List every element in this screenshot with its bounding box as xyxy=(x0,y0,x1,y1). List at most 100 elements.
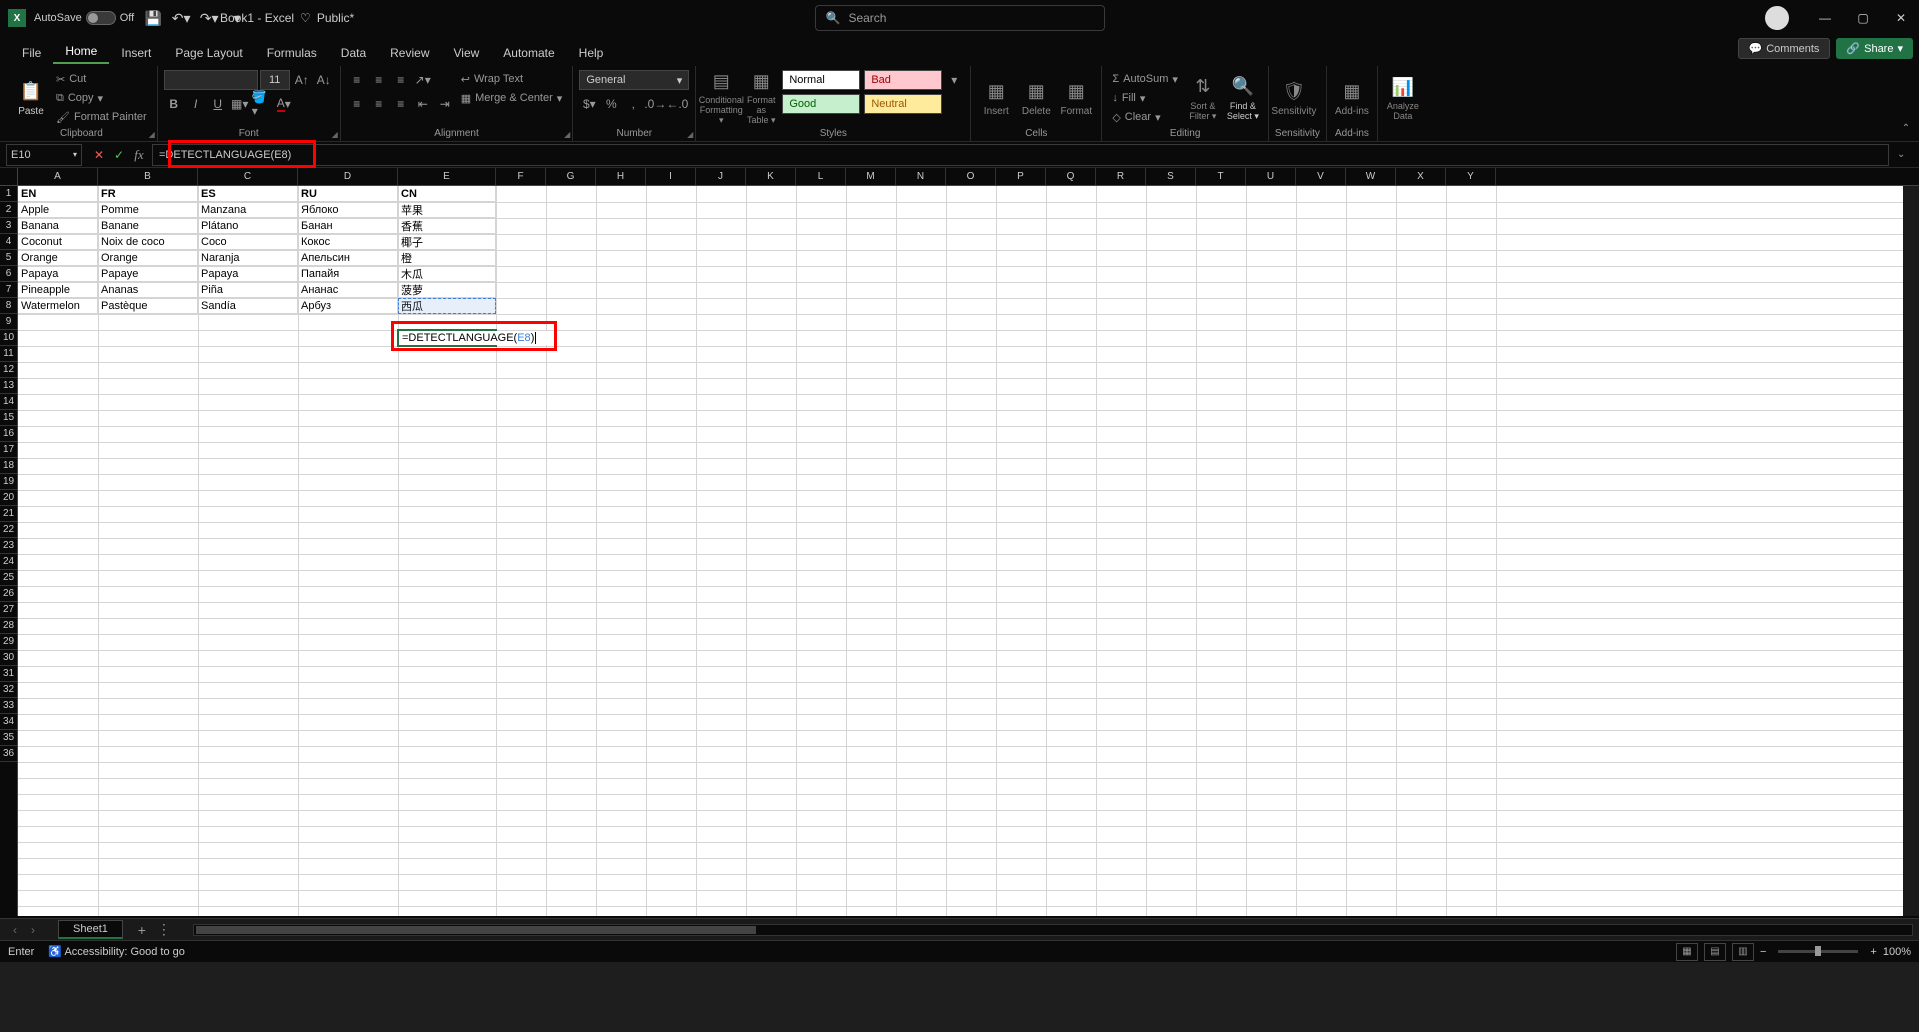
tab-automate[interactable]: Automate xyxy=(491,42,566,64)
search-input[interactable]: 🔍 Search xyxy=(815,5,1105,31)
column-header-H[interactable]: H xyxy=(596,168,646,185)
clear-button[interactable]: ◇Clear▾ xyxy=(1108,108,1182,126)
comments-button[interactable]: 💬 Comments xyxy=(1738,38,1831,59)
column-header-K[interactable]: K xyxy=(746,168,796,185)
fill-button[interactable]: ↓Fill▾ xyxy=(1108,89,1182,107)
cell-E2[interactable]: 苹果 xyxy=(398,202,496,218)
font-size-input[interactable] xyxy=(260,70,290,90)
align-top-icon[interactable]: ≡ xyxy=(347,70,367,90)
cell-D1[interactable]: RU xyxy=(298,186,398,202)
save-icon[interactable]: 💾 xyxy=(142,7,164,29)
column-header-B[interactable]: B xyxy=(98,168,198,185)
tab-help[interactable]: Help xyxy=(567,42,616,64)
insert-function-icon[interactable]: fx xyxy=(130,146,148,164)
sheet-tab-menu-icon[interactable]: ⋮ xyxy=(157,921,175,938)
row-header-23[interactable]: 23 xyxy=(0,538,17,554)
row-header-17[interactable]: 17 xyxy=(0,442,17,458)
cell-E8[interactable]: 西瓜 xyxy=(398,298,496,314)
zoom-slider[interactable] xyxy=(1778,950,1858,953)
vertical-scrollbar[interactable] xyxy=(1903,186,1919,916)
analyze-data-button[interactable]: 📊AnalyzeData xyxy=(1384,70,1422,126)
style-normal[interactable]: Normal xyxy=(782,70,860,90)
style-neutral[interactable]: Neutral xyxy=(864,94,942,114)
cell-C4[interactable]: Coco xyxy=(198,234,298,250)
bold-button[interactable]: B xyxy=(164,94,184,114)
format-cells-button[interactable]: ▦Format xyxy=(1057,70,1095,126)
tab-file[interactable]: File xyxy=(10,42,53,64)
row-header-10[interactable]: 10 xyxy=(0,330,17,346)
copy-button[interactable]: ⧉Copy▾ xyxy=(52,89,151,107)
column-header-N[interactable]: N xyxy=(896,168,946,185)
insert-cells-button[interactable]: ▦Insert xyxy=(977,70,1015,126)
sheet-nav-prev-icon[interactable]: ‹ xyxy=(6,921,24,939)
inc-decimal-icon[interactable]: .0→ xyxy=(645,94,665,114)
row-header-14[interactable]: 14 xyxy=(0,394,17,410)
row-header-29[interactable]: 29 xyxy=(0,634,17,650)
find-select-button[interactable]: 🔍Find &Select ▾ xyxy=(1224,70,1262,126)
font-name-input[interactable] xyxy=(164,70,258,90)
cell-E4[interactable]: 椰子 xyxy=(398,234,496,250)
row-header-32[interactable]: 32 xyxy=(0,682,17,698)
maximize-button[interactable]: ▢ xyxy=(1845,4,1881,32)
page-layout-view-icon[interactable]: ▤ xyxy=(1704,943,1726,961)
row-header-34[interactable]: 34 xyxy=(0,714,17,730)
column-header-W[interactable]: W xyxy=(1346,168,1396,185)
paste-button[interactable]: 📋 Paste xyxy=(12,70,50,126)
row-header-27[interactable]: 27 xyxy=(0,602,17,618)
collapse-ribbon-icon[interactable]: ⌃ xyxy=(1897,119,1915,137)
row-header-9[interactable]: 9 xyxy=(0,314,17,330)
expand-formula-bar-icon[interactable]: ⌄ xyxy=(1897,149,1915,160)
row-header-12[interactable]: 12 xyxy=(0,362,17,378)
cell-C2[interactable]: Manzana xyxy=(198,202,298,218)
close-button[interactable]: ✕ xyxy=(1883,4,1919,32)
row-header-5[interactable]: 5 xyxy=(0,250,17,266)
align-bottom-icon[interactable]: ≡ xyxy=(391,70,411,90)
cut-button[interactable]: ✂Cut xyxy=(52,70,151,88)
align-left-icon[interactable]: ≡ xyxy=(347,94,367,114)
row-header-8[interactable]: 8 xyxy=(0,298,17,314)
cell-B1[interactable]: FR xyxy=(98,186,198,202)
row-header-26[interactable]: 26 xyxy=(0,586,17,602)
autosave-toggle[interactable]: AutoSave Off xyxy=(34,11,134,25)
font-dialog-icon[interactable]: ◢ xyxy=(332,130,338,139)
cell-B8[interactable]: Pastèque xyxy=(98,298,198,314)
horizontal-scrollbar[interactable] xyxy=(193,924,1913,936)
select-all-corner[interactable] xyxy=(0,168,18,186)
number-format-dropdown[interactable]: General▾ xyxy=(579,70,689,90)
column-header-E[interactable]: E xyxy=(398,168,496,185)
sort-filter-button[interactable]: ⇅Sort &Filter ▾ xyxy=(1184,70,1222,126)
row-header-2[interactable]: 2 xyxy=(0,202,17,218)
column-header-L[interactable]: L xyxy=(796,168,846,185)
tab-review[interactable]: Review xyxy=(378,42,441,64)
row-header-3[interactable]: 3 xyxy=(0,218,17,234)
tab-data[interactable]: Data xyxy=(329,42,378,64)
sensitivity-tag-icon[interactable]: ♡ xyxy=(300,11,311,25)
row-header-22[interactable]: 22 xyxy=(0,522,17,538)
comma-icon[interactable]: , xyxy=(623,94,643,114)
clipboard-dialog-icon[interactable]: ◢ xyxy=(149,130,155,139)
row-header-20[interactable]: 20 xyxy=(0,490,17,506)
cell-B5[interactable]: Orange xyxy=(98,250,198,266)
column-header-Y[interactable]: Y xyxy=(1446,168,1496,185)
indent-inc-icon[interactable]: ⇥ xyxy=(435,94,455,114)
column-header-R[interactable]: R xyxy=(1096,168,1146,185)
borders-button[interactable]: ▦▾ xyxy=(230,94,250,114)
cell-D3[interactable]: Банан xyxy=(298,218,398,234)
cell-A4[interactable]: Coconut xyxy=(18,234,98,250)
active-cell-editor[interactable]: =DETECTLANGUAGE(E8) xyxy=(399,331,551,345)
column-header-T[interactable]: T xyxy=(1196,168,1246,185)
align-right-icon[interactable]: ≡ xyxy=(391,94,411,114)
row-header-1[interactable]: 1 xyxy=(0,186,17,202)
column-header-I[interactable]: I xyxy=(646,168,696,185)
align-middle-icon[interactable]: ≡ xyxy=(369,70,389,90)
row-header-13[interactable]: 13 xyxy=(0,378,17,394)
share-button[interactable]: 🔗 Share ▾ xyxy=(1836,38,1913,59)
delete-cells-button[interactable]: ▦Delete xyxy=(1017,70,1055,126)
cell-B4[interactable]: Noix de coco xyxy=(98,234,198,250)
fill-color-button[interactable]: 🪣▾ xyxy=(252,94,272,114)
undo-icon[interactable]: ↶▾ xyxy=(170,7,192,29)
cell-E3[interactable]: 香蕉 xyxy=(398,218,496,234)
cell-B7[interactable]: Ananas xyxy=(98,282,198,298)
row-header-28[interactable]: 28 xyxy=(0,618,17,634)
orientation-icon[interactable]: ↗▾ xyxy=(413,70,433,90)
